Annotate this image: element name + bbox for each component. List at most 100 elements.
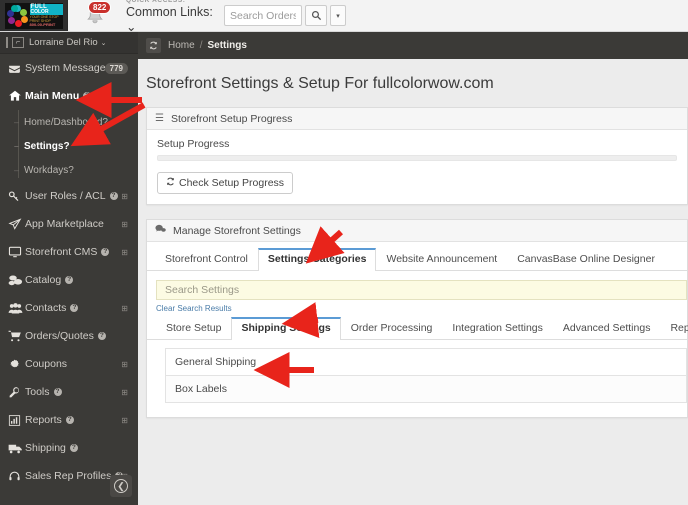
breadcrumb-current: Settings <box>207 40 247 51</box>
expand-icon[interactable]: ⊞ <box>121 248 128 257</box>
sidebar-item-user-roles-acl[interactable]: User Roles / ACL ? ⊞ <box>0 182 138 210</box>
sidebar-collapse-button[interactable]: ❮ <box>110 475 132 497</box>
quick-access-label: QUICK ACCESS: <box>126 0 186 4</box>
notifications-cell[interactable]: 822 <box>68 0 122 31</box>
help-icon[interactable]: ? <box>109 192 118 200</box>
sidebar-item-home-dashboard[interactable]: – Home/Dashboard ? <box>0 110 138 134</box>
help-icon[interactable]: ? <box>83 92 92 100</box>
help-icon[interactable]: ? <box>65 416 74 424</box>
envelope-icon <box>8 62 25 75</box>
setup-progress-label: Setup Progress <box>157 138 230 150</box>
settings-search-placeholder: Search Settings <box>165 284 240 296</box>
sidebar-item-label: Orders/Quotes <box>25 330 94 342</box>
help-icon[interactable]: ? <box>68 165 74 176</box>
sidebar-user-menu[interactable]: ⌐ Lorraine Del Rio ⌄ <box>0 32 138 54</box>
tree-dash-icon: – <box>14 117 20 127</box>
sidebar-item-storefront-cms[interactable]: Storefront CMS ? ⊞ <box>0 238 138 266</box>
logo-text: FULL COLOR YOUR ONE STOP PRINT SHOP 800-… <box>29 3 63 28</box>
logo-ring-icon <box>6 4 29 27</box>
panel-header-label: Manage Storefront Settings <box>173 224 301 237</box>
tab-integration-settings[interactable]: Integration Settings <box>442 317 552 340</box>
users-icon <box>8 302 25 315</box>
bell-icon[interactable] <box>82 5 108 32</box>
help-icon[interactable]: ? <box>65 276 74 284</box>
system-messages-badge: 779 <box>104 62 128 74</box>
sidebar-subitem-label: Settings <box>24 140 64 152</box>
user-accent-bar <box>6 37 8 48</box>
tab-advanced-settings[interactable]: Advanced Settings <box>553 317 661 340</box>
sidebar-item-app-marketplace[interactable]: App Marketplace ⊞ <box>0 210 138 238</box>
common-links-dropdown[interactable]: Common Links: ⌄ <box>126 5 218 34</box>
search-options-caret[interactable]: ▾ <box>330 5 346 26</box>
sidebar-subitem-label: Home/Dashboard <box>24 116 103 128</box>
settings-tabs: Storefront Control Settings Categories W… <box>147 248 687 271</box>
truck-icon <box>8 442 25 455</box>
breadcrumb-separator: / <box>199 40 203 51</box>
sidebar-item-contacts[interactable]: Contacts ? ⊞ <box>0 294 138 322</box>
order-search-group: ▾ <box>224 0 346 31</box>
help-icon[interactable]: ? <box>63 141 69 152</box>
top-bar: FULL COLOR YOUR ONE STOP PRINT SHOP 800-… <box>0 0 688 34</box>
sidebar-item-tools[interactable]: Tools ? ⊞ <box>0 378 138 406</box>
help-icon[interactable]: ? <box>69 444 78 452</box>
sidebar-item-coupons[interactable]: Coupons ⊞ <box>0 350 138 378</box>
sidebar-item-label: Storefront CMS <box>25 246 98 258</box>
panel-header-label: Storefront Setup Progress <box>170 112 293 125</box>
tab-storefront-control[interactable]: Storefront Control <box>155 248 258 271</box>
breadcrumb-home[interactable]: Home <box>168 40 195 51</box>
tab-store-setup[interactable]: Store Setup <box>156 317 231 340</box>
sidebar-item-orders-quotes[interactable]: Orders/Quotes ? <box>0 322 138 350</box>
main-menu-submenu: – Home/Dashboard ? – Settings ? – Workda… <box>0 110 138 182</box>
tab-canvasbase-online-designer[interactable]: CanvasBase Online Designer <box>507 248 665 271</box>
shipping-settings-list: General Shipping Box Labels <box>165 348 687 403</box>
help-icon[interactable]: ? <box>53 388 62 396</box>
tab-settings-categories[interactable]: Settings Categories <box>257 248 377 271</box>
bar-chart-icon <box>8 414 25 427</box>
refresh-icon[interactable] <box>146 38 161 53</box>
quick-access-block: QUICK ACCESS: Common Links: ⌄ <box>122 0 218 34</box>
expand-icon[interactable]: ⊞ <box>121 220 128 229</box>
common-links-label: Common Links: <box>126 5 213 19</box>
tab-report-settings[interactable]: Report Settings <box>660 317 688 340</box>
collapse-left-icon: ❮ <box>114 479 128 493</box>
clear-search-results-link[interactable]: Clear Search Results <box>156 304 232 313</box>
sidebar-item-catalog[interactable]: Catalog ? <box>0 266 138 294</box>
settings-category-tabs: Store Setup Shipping Settings Order Proc… <box>147 317 688 340</box>
sidebar-item-workdays[interactable]: – Workdays ? <box>0 158 138 182</box>
list-icon: ☰ <box>155 113 164 124</box>
avatar: ⌐ <box>12 37 24 48</box>
expand-icon[interactable]: ⊞ <box>121 388 128 397</box>
list-item[interactable]: Box Labels <box>166 376 686 403</box>
sidebar-item-main-menu[interactable]: Main Menu ? <box>0 82 138 110</box>
sidebar-item-shipping[interactable]: Shipping ? <box>0 434 138 462</box>
help-icon[interactable]: ? <box>102 117 108 128</box>
logo-cell[interactable]: FULL COLOR YOUR ONE STOP PRINT SHOP 800-… <box>0 0 68 31</box>
notification-badge: 822 <box>88 0 112 14</box>
chevron-down-icon: ⌄ <box>100 39 107 47</box>
search-button[interactable] <box>305 5 327 26</box>
settings-search-input[interactable]: Search Settings <box>156 280 687 300</box>
sidebar-item-settings[interactable]: – Settings ? <box>0 134 138 158</box>
user-name: Lorraine Del Rio <box>29 37 98 48</box>
key-icon <box>8 190 25 203</box>
expand-icon[interactable]: ⊞ <box>121 304 128 313</box>
tab-shipping-settings[interactable]: Shipping Settings <box>231 317 341 340</box>
help-icon[interactable]: ? <box>101 248 110 256</box>
check-setup-progress-button[interactable]: Check Setup Progress <box>157 172 294 194</box>
help-icon[interactable]: ? <box>70 304 79 312</box>
list-item[interactable]: General Shipping <box>166 349 686 376</box>
panel-header: ☰ Storefront Setup Progress <box>147 108 687 130</box>
sidebar-item-system-messages[interactable]: System Messages 779 <box>0 54 138 82</box>
search-input[interactable] <box>224 5 302 26</box>
tab-order-processing[interactable]: Order Processing <box>341 317 443 340</box>
tab-website-announcement[interactable]: Website Announcement <box>376 248 507 271</box>
expand-icon[interactable]: ⊞ <box>121 416 128 425</box>
expand-icon[interactable]: ⊞ <box>121 360 128 369</box>
expand-icon[interactable]: ⊞ <box>121 192 128 201</box>
manage-storefront-settings-panel: Manage Storefront Settings Storefront Co… <box>146 219 688 418</box>
sidebar-item-reports[interactable]: Reports ? ⊞ <box>0 406 138 434</box>
help-icon[interactable]: ? <box>97 332 106 340</box>
application-window: FULL COLOR YOUR ONE STOP PRINT SHOP 800-… <box>0 0 688 505</box>
sidebar-item-label: Catalog <box>25 274 62 286</box>
headset-icon <box>8 470 25 483</box>
